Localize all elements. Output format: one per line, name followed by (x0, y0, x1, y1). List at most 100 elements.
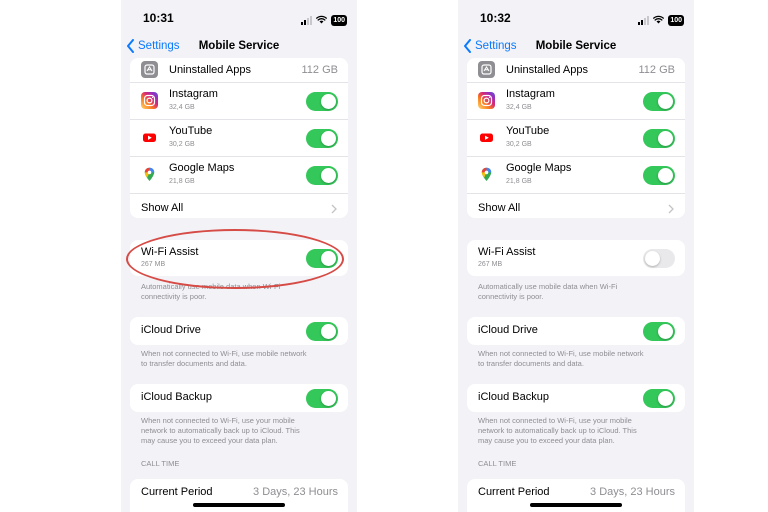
wifi-icon (653, 11, 665, 29)
home-indicator[interactable] (530, 503, 622, 507)
back-label: Settings (475, 40, 517, 52)
back-button[interactable]: Settings (126, 34, 180, 58)
app-row-uninstalled: Uninstalled Apps 112 GB (130, 58, 348, 83)
wifi-assist-row: Wi-Fi Assist 267 MB (467, 240, 685, 276)
app-name: YouTube (506, 125, 550, 137)
app-data-usage: 21,8 GB (169, 178, 195, 185)
icloud-drive-toggle[interactable] (306, 321, 338, 341)
wifi-icon (316, 11, 328, 29)
chevron-left-icon (127, 39, 134, 53)
instagram-toggle[interactable] (306, 92, 338, 111)
wifi-assist-label: Wi-Fi Assist (478, 246, 536, 258)
app-name: Instagram (506, 88, 555, 100)
current-period-value: 3 Days, 23 Hours (590, 486, 675, 498)
status-bar: 10:32 100 (458, 0, 694, 34)
apps-group: Uninstalled Apps 112 GB Instagram 32,4 G… (467, 58, 685, 218)
show-all-row[interactable]: Show All (467, 194, 685, 218)
back-label: Settings (138, 40, 180, 52)
note-line: may cause you to exceed your data plan. (141, 436, 278, 445)
note-line: connectivity is poor. (141, 292, 207, 301)
icloud-backup-row: iCloud Backup (467, 384, 685, 412)
cellular-signal-icon (638, 15, 650, 25)
wifi-assist-note: Automatically use mobile data when Wi-Fi… (467, 282, 685, 306)
icloud-drive-group: iCloud Drive (130, 317, 348, 345)
note-line: may cause you to exceed your data plan. (478, 436, 615, 445)
icloud-drive-label: iCloud Drive (478, 324, 538, 336)
current-period-label: Current Period (141, 486, 213, 498)
icloud-drive-row: iCloud Drive (467, 317, 685, 345)
icloud-drive-group: iCloud Drive (467, 317, 685, 345)
settings-content: Uninstalled Apps 112 GB Instagram 32,4 G… (130, 58, 348, 512)
wifi-assist-toggle[interactable] (643, 249, 675, 268)
call-time-group: Current Period 3 Days, 23 Hours (467, 479, 685, 512)
app-data-usage: 32,4 GB (169, 104, 195, 111)
icloud-backup-toggle[interactable] (306, 388, 338, 408)
note-line: network to automatically back up to iClo… (141, 426, 300, 435)
icloud-backup-note: When not connected to Wi-Fi, use your mo… (130, 416, 348, 448)
app-store-icon (141, 61, 158, 78)
wifi-assist-group: Wi-Fi Assist 267 MB (130, 240, 348, 276)
icloud-backup-row: iCloud Backup (130, 384, 348, 412)
icloud-drive-toggle[interactable] (643, 321, 675, 341)
app-data-usage: 32,4 GB (506, 104, 532, 111)
instagram-toggle[interactable] (643, 92, 675, 111)
status-icons: 100 (638, 11, 684, 29)
icloud-drive-label: iCloud Drive (141, 324, 201, 336)
battery-icon: 100 (331, 14, 347, 26)
app-name: Google Maps (506, 162, 572, 174)
home-indicator[interactable] (193, 503, 285, 507)
youtube-icon (141, 129, 158, 146)
icloud-backup-label: iCloud Backup (478, 391, 549, 403)
icloud-drive-note: When not connected to Wi-Fi, use mobile … (130, 349, 348, 373)
icloud-backup-toggle[interactable] (643, 388, 675, 408)
show-all-row[interactable]: Show All (130, 194, 348, 218)
icloud-backup-group: iCloud Backup (467, 384, 685, 412)
wifi-assist-group: Wi-Fi Assist 267 MB (467, 240, 685, 276)
note-line: When not connected to Wi-Fi, use mobile … (478, 349, 644, 358)
note-line: to transfer documents and data. (478, 359, 584, 368)
call-time-group: Current Period 3 Days, 23 Hours (130, 479, 348, 512)
instagram-icon (141, 92, 158, 109)
app-row-instagram: Instagram 32,4 GB (130, 83, 348, 120)
app-row-google-maps: Google Maps 21,8 GB (130, 157, 348, 194)
navigation-bar: Mobile Service Settings (121, 34, 357, 58)
note-line: connectivity is poor. (478, 292, 544, 301)
show-all-label: Show All (141, 202, 184, 214)
cellular-signal-icon (301, 15, 313, 25)
wifi-assist-note: Automatically use mobile data when Wi-Fi… (130, 282, 348, 306)
wifi-assist-usage: 267 MB (141, 261, 166, 268)
current-period-row: Current Period 3 Days, 23 Hours (467, 479, 685, 512)
note-line: Automatically use mobile data when Wi-Fi (478, 282, 618, 291)
wifi-assist-toggle[interactable] (306, 249, 338, 268)
battery-icon: 100 (668, 14, 684, 26)
app-data-usage: 30,2 GB (169, 141, 195, 148)
current-period-value: 3 Days, 23 Hours (253, 486, 338, 498)
app-row-uninstalled: Uninstalled Apps 112 GB (467, 58, 685, 83)
note-line: to transfer documents and data. (141, 359, 247, 368)
back-button[interactable]: Settings (463, 34, 517, 58)
note-line: Automatically use mobile data when Wi-Fi (141, 282, 281, 291)
current-period-label: Current Period (478, 486, 550, 498)
phone-screen-before: 10:31 100 Mobile Service Settings Uninst… (121, 0, 357, 512)
app-name: Uninstalled Apps (506, 64, 588, 76)
google-maps-toggle[interactable] (643, 166, 675, 185)
call-time-header: CALL TIME (478, 459, 517, 468)
status-time: 10:32 (480, 11, 511, 25)
app-row-youtube: YouTube 30,2 GB (467, 120, 685, 157)
icloud-drive-row: iCloud Drive (130, 317, 348, 345)
show-all-label: Show All (478, 202, 521, 214)
app-row-google-maps: Google Maps 21,8 GB (467, 157, 685, 194)
youtube-toggle[interactable] (643, 129, 675, 148)
app-name: Uninstalled Apps (169, 64, 251, 76)
note-line: network to automatically back up to iClo… (478, 426, 637, 435)
icloud-backup-label: iCloud Backup (141, 391, 212, 403)
status-icons: 100 (301, 11, 347, 29)
youtube-toggle[interactable] (306, 129, 338, 148)
current-period-row: Current Period 3 Days, 23 Hours (130, 479, 348, 512)
app-data-usage: 21,8 GB (506, 178, 532, 185)
chevron-left-icon (464, 39, 471, 53)
phone-screen-after: 10:32 100 Mobile Service Settings Uninst… (458, 0, 694, 512)
settings-content: Uninstalled Apps 112 GB Instagram 32,4 G… (467, 58, 685, 512)
google-maps-toggle[interactable] (306, 166, 338, 185)
app-storage-value: 112 GB (301, 64, 339, 76)
